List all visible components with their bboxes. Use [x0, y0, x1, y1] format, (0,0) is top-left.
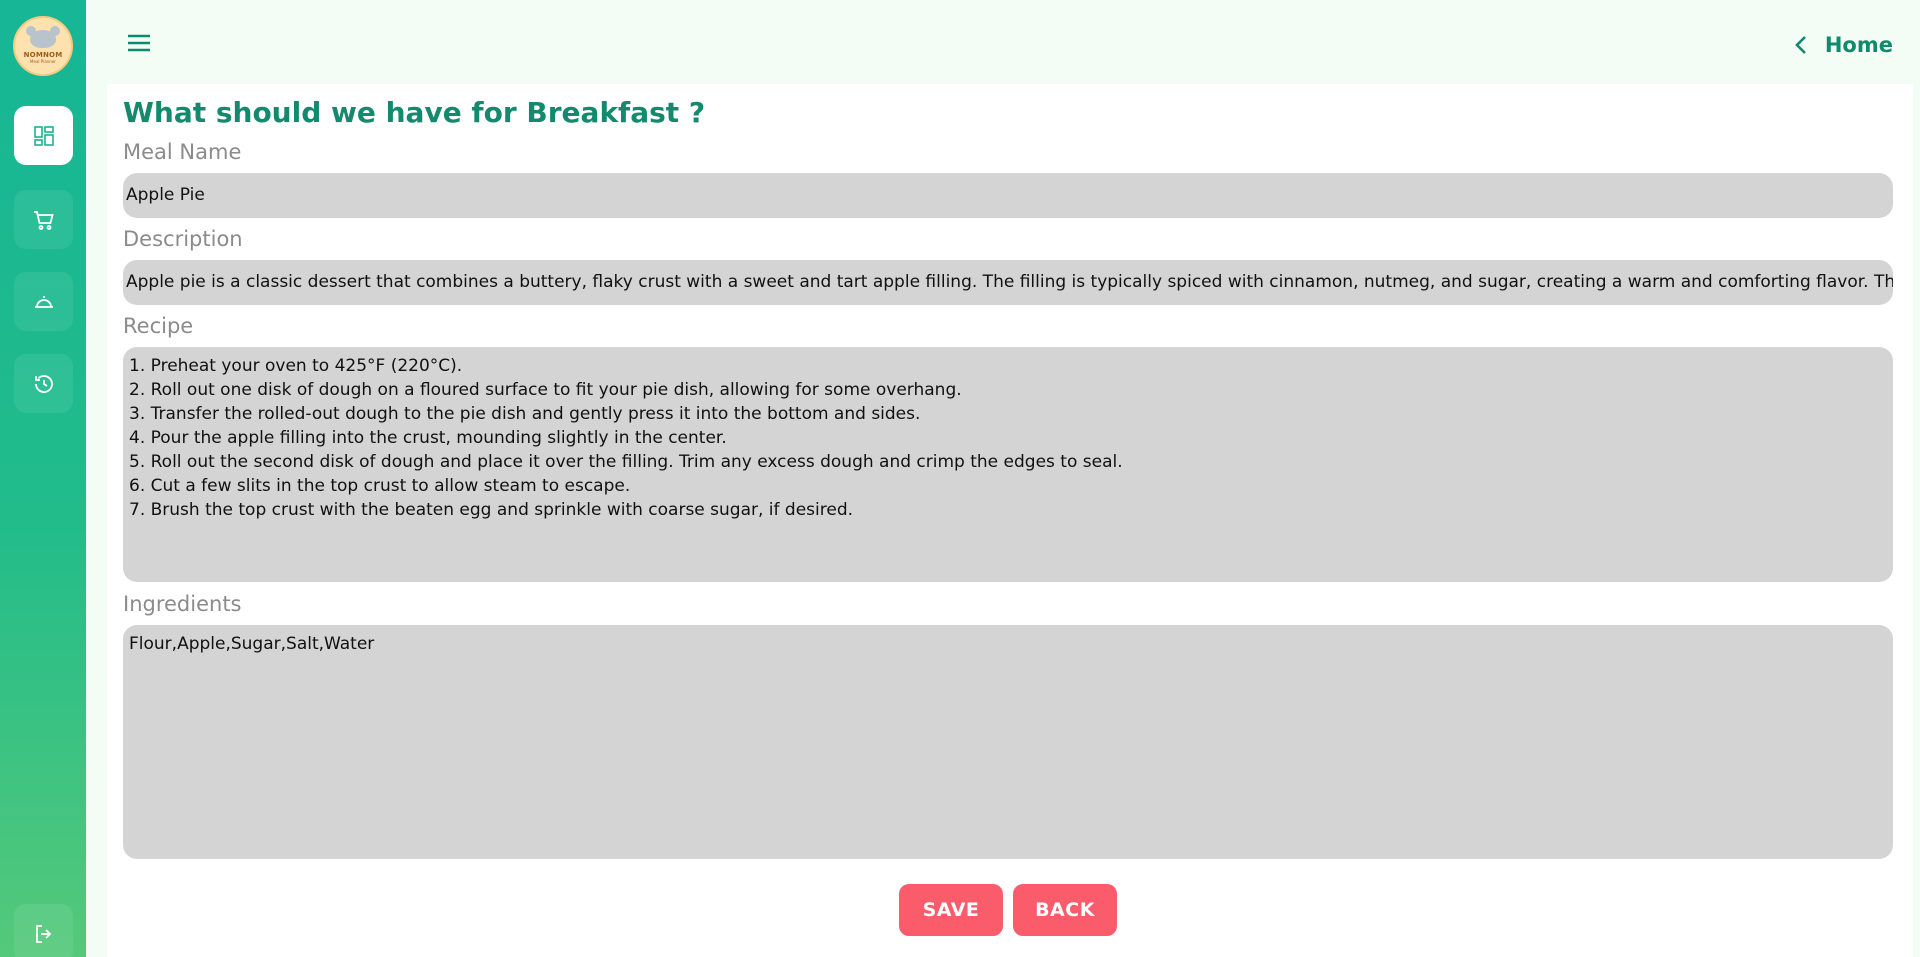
meal-name-label: Meal Name: [123, 140, 242, 164]
meal-form-panel: What should we have for Breakfast ? Meal…: [107, 84, 1913, 957]
back-button[interactable]: BACK: [1013, 884, 1117, 936]
sidebar-item-meals[interactable]: [14, 272, 73, 331]
ingredients-textarea[interactable]: Flour,Apple,Sugar,Salt,Water: [123, 625, 1893, 859]
description-label: Description: [123, 227, 243, 251]
home-link[interactable]: Home: [1795, 30, 1893, 60]
sidebar: NOMNOM Meal Planner: [0, 0, 86, 957]
chevron-left-icon: [1795, 36, 1806, 54]
logout-button[interactable]: [14, 904, 73, 957]
save-button[interactable]: SAVE: [899, 884, 1003, 936]
cloche-icon: [34, 295, 53, 308]
koala-logo-icon: [26, 26, 60, 48]
recipe-label: Recipe: [123, 314, 194, 338]
home-label: Home: [1824, 33, 1893, 57]
hamburger-menu-icon: [128, 34, 150, 52]
cart-icon: [33, 210, 54, 230]
sidebar-item-dashboard[interactable]: [14, 106, 73, 165]
logo-subtext: Meal Planner: [30, 59, 56, 64]
meal-name-input[interactable]: [123, 173, 1893, 218]
page-title: What should we have for Breakfast ?: [123, 96, 706, 129]
app-logo[interactable]: NOMNOM Meal Planner: [13, 16, 73, 76]
hamburger-menu-button[interactable]: [126, 30, 152, 56]
sidebar-item-history[interactable]: [14, 354, 73, 413]
logo-text: NOMNOM: [23, 51, 63, 59]
recipe-textarea[interactable]: 1. Preheat your oven to 425°F (220°C). 2…: [123, 347, 1893, 582]
logout-icon: [35, 924, 51, 943]
sidebar-item-cart[interactable]: [14, 190, 73, 249]
history-icon: [34, 374, 53, 393]
dashboard-icon: [33, 125, 54, 146]
ingredients-label: Ingredients: [123, 592, 242, 616]
description-input[interactable]: Apple pie is a classic dessert that comb…: [123, 260, 1893, 305]
